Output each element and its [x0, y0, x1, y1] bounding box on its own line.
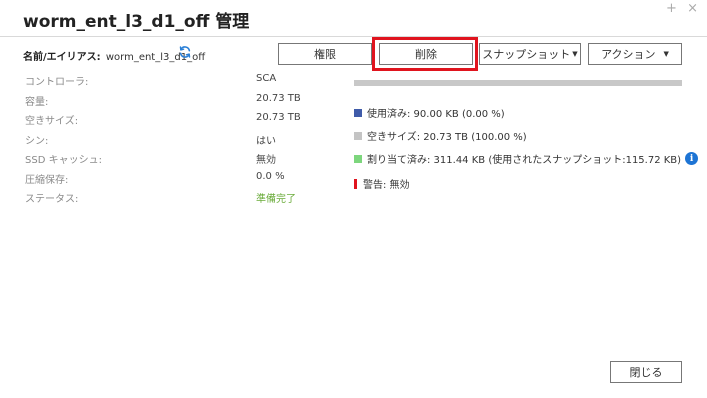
delete-button[interactable]: 削除	[379, 43, 473, 65]
title-bar: worm_ent_l3_d1_off 管理 + ×	[0, 0, 707, 37]
usage-bar	[354, 80, 682, 86]
snapshot-button-label: スナップショット	[482, 48, 571, 61]
permission-button-label: 権限	[314, 48, 336, 61]
maximize-icon[interactable]: +	[666, 1, 680, 16]
action-dropdown-button[interactable]: アクション ▼	[588, 43, 682, 65]
snapshot-dropdown-button[interactable]: スナップショット ▼	[479, 43, 581, 65]
legend-allocated-text: 割り当て済み: 311.44 KB (使用されたスナップショット:115.72 …	[367, 155, 682, 166]
property-key: 空きサイズ:	[25, 116, 79, 127]
property-key: 圧縮保存:	[25, 174, 69, 186]
legend-warning: 警告: 無効	[354, 176, 410, 191]
delete-button-label: 削除	[415, 48, 437, 61]
close-button[interactable]: 閉じる	[610, 361, 682, 383]
legend-used-text: 使用済み: 90.00 KB (0.00 %)	[367, 109, 505, 120]
free-swatch	[354, 131, 362, 140]
property-key: ステータス:	[25, 194, 79, 205]
info-icon[interactable]: i	[685, 152, 699, 165]
property-key: シン:	[25, 135, 49, 147]
status-value: 準備完了	[256, 194, 296, 205]
permission-button[interactable]: 権限	[278, 43, 372, 65]
property-value: 20.73 TB	[256, 112, 301, 123]
legend-used: 使用済み: 90.00 KB (0.00 %)	[354, 105, 505, 120]
property-value: 20.73 TB	[256, 92, 301, 104]
alias-label: 名前/エイリアス:	[23, 52, 101, 63]
refresh-icon[interactable]	[178, 45, 192, 59]
allocated-swatch	[354, 154, 362, 163]
chevron-down-icon: ▼	[663, 50, 669, 58]
chevron-down-icon: ▼	[572, 50, 578, 58]
property-key: コントローラ:	[25, 77, 89, 88]
property-value: 0.0 %	[256, 170, 285, 182]
legend-free-text: 空きサイズ: 20.73 TB (100.00 %)	[367, 132, 527, 143]
property-value: はい	[256, 135, 276, 147]
used-swatch	[354, 108, 362, 117]
property-value: SCA	[256, 73, 277, 84]
close-button-label: 閉じる	[629, 366, 663, 379]
window-title: worm_ent_l3_d1_off 管理	[23, 12, 250, 32]
property-key: 容量:	[25, 96, 49, 108]
legend-free: 空きサイズ: 20.73 TB (100.00 %)	[354, 128, 527, 143]
property-key: SSD キャッシュ:	[25, 155, 102, 166]
action-button-label: アクション	[601, 48, 656, 61]
window-controls: + ×	[666, 1, 701, 16]
legend-allocated: 割り当て済み: 311.44 KB (使用されたスナップショット:115.72 …	[354, 151, 699, 166]
legend-warning-text: 警告: 無効	[363, 180, 410, 191]
warning-marker	[354, 178, 357, 189]
property-value: 無効	[256, 155, 276, 166]
close-icon[interactable]: ×	[687, 1, 701, 16]
